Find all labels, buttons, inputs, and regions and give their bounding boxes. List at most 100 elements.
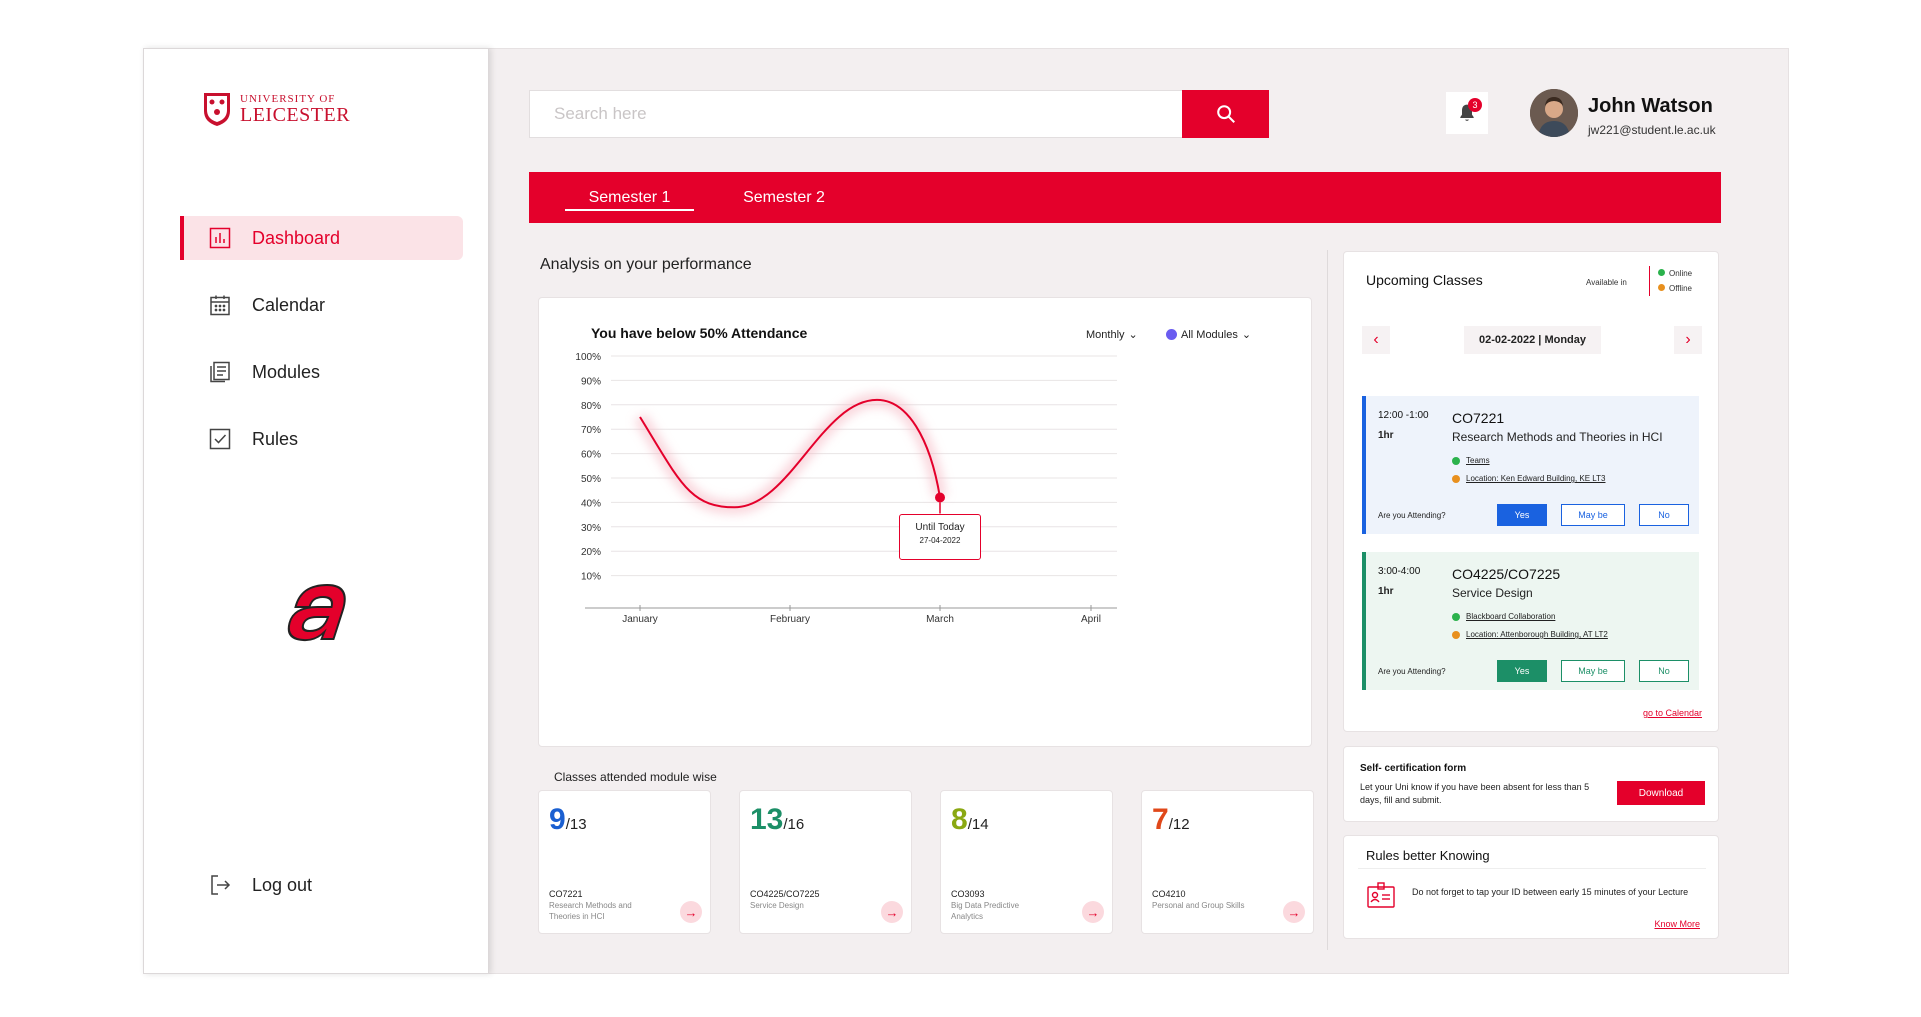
analysis-section-title: Analysis on your performance [540,256,752,273]
module-card[interactable]: 7/12 CO4210 Personal and Group Skills → [1141,790,1314,934]
chevron-right-icon[interactable]: › [1674,326,1702,354]
online-link-label: Teams [1466,456,1490,465]
attended-count: 13 [750,803,784,836]
notification-button[interactable]: 3 [1446,92,1488,134]
modules-icon [210,361,230,383]
y-tick-label: 90% [581,376,601,387]
chart-icon [209,227,231,249]
attended-count: 8 [951,803,968,836]
location-link[interactable]: Location: Attenborough Building, AT LT2 [1452,630,1608,639]
y-tick-label: 20% [581,547,601,558]
maybe-button[interactable]: May be [1561,660,1625,682]
y-tick-label: 80% [581,401,601,412]
online-dot [1452,612,1460,621]
sidebar-item-rules[interactable]: Rules [180,417,463,461]
x-tick-label: February [770,614,810,625]
online-dot [1658,269,1665,276]
no-button[interactable]: No [1639,504,1689,526]
yes-button[interactable]: Yes [1497,660,1547,682]
total-count: /13 [565,816,587,833]
sidebar-item-modules[interactable]: Modules [180,350,463,394]
sidebar-item-dashboard[interactable]: Dashboard [180,216,463,260]
offline-dot [1452,474,1460,483]
tooltip-date: 27-04-2022 [919,535,961,545]
offline-dot [1658,284,1665,291]
module-card[interactable]: 9/13 CO7221 Research Methods and Theorie… [538,790,711,934]
online-link[interactable]: Teams [1452,456,1490,465]
logout-button[interactable]: Log out [208,873,312,897]
class-name: Service Design [1452,586,1533,600]
arrow-right-icon[interactable]: → [680,901,702,923]
online-dot [1452,456,1460,465]
arrow-right-icon[interactable]: → [1283,901,1305,923]
search-bar [529,90,1269,138]
location-label: Location: Attenborough Building, AT LT2 [1466,630,1608,639]
tab-semester-1[interactable]: Semester 1 [565,172,694,223]
user-photo [1530,89,1578,137]
module-code: CO4210 [1152,889,1186,899]
module-name: Big Data Predictive Analytics [951,901,1020,921]
module-name: Personal and Group Skills [1152,901,1245,910]
calendar-icon [210,295,230,316]
brand-a-logo [287,583,346,642]
cert-text: Let your Uni know if you have been absen… [1360,782,1590,805]
y-tick-label: 70% [581,425,601,436]
logo-line1: UNIVERSITY OF [240,92,336,105]
search-icon [1216,105,1235,123]
online-link[interactable]: Blackboard Collaboration [1452,612,1555,621]
rules-text: Do not forget to tap your ID between ear… [1412,887,1689,897]
chevron-left-icon[interactable]: ‹ [1362,326,1390,354]
available-in-label: Available in [1586,278,1627,287]
arrow-right-icon[interactable]: → [1082,901,1104,923]
download-button[interactable]: Download [1617,781,1705,805]
maybe-button[interactable]: May be [1561,504,1625,526]
module-attendance: 9/13 [549,803,587,837]
sidebar-item-label: Dashboard [252,227,341,248]
crest-icon [204,93,230,126]
module-card[interactable]: 8/14 CO3093 Big Data Predictive Analytic… [940,790,1113,934]
class-code: CO4225/CO7225 [1452,566,1561,582]
module-attendance: 8/14 [951,803,989,837]
go-to-calendar-link[interactable]: go to Calendar [1643,708,1702,718]
yes-button[interactable]: Yes [1497,504,1547,526]
class-name: Research Methods and Theories in HCI [1452,430,1663,444]
avatar[interactable] [1530,89,1578,137]
rules-divider [1358,868,1706,869]
date-navigator: ‹ 02-02-2022 | Monday › [1362,326,1702,356]
class-duration: 1hr [1378,586,1394,597]
module-code: CO4225/CO7225 [750,889,820,899]
class-card: 3:00-4:00 1hr CO4225/CO7225 Service Desi… [1362,552,1699,690]
offline-label: Offline [1669,284,1692,293]
x-tick-label: March [926,614,954,625]
tab-semester-2[interactable]: Semester 2 [724,172,844,223]
id-card-icon [1367,882,1395,908]
logout-icon [211,875,231,895]
user-name: John Watson [1588,95,1713,117]
class-time: 3:00-4:00 [1378,566,1421,577]
arrow-right-icon[interactable]: → [881,901,903,923]
class-code: CO7221 [1452,410,1505,426]
search-input[interactable] [530,91,1268,137]
sidebar-item-calendar[interactable]: Calendar [180,283,463,327]
y-tick-label: 40% [581,498,601,509]
no-button[interactable]: No [1639,660,1689,682]
location-link[interactable]: Location: Ken Edward Building, KE LT3 [1452,474,1606,483]
know-more-link[interactable]: Know More [1654,919,1700,929]
user-email: jw221@student.le.ac.uk [1588,123,1716,137]
cert-title: Self- certification form [1360,763,1467,774]
upcoming-title: Upcoming Classes [1366,272,1483,288]
notification-badge: 3 [1468,98,1482,112]
availability-legend: Online Offline [1649,266,1692,296]
modules-section-title: Classes attended module wise [554,770,717,784]
search-button[interactable] [1182,90,1269,138]
university-logo[interactable]: UNIVERSITY OF LEICESTER [202,91,350,127]
class-duration: 1hr [1378,430,1394,441]
attendance-chart-card: You have below 50% Attendance Monthly ⌄ … [538,297,1312,747]
sidebar: UNIVERSITY OF LEICESTER Dashboard Calend… [143,48,489,974]
module-code: CO3093 [951,889,985,899]
current-point[interactable] [935,492,945,503]
attended-count: 9 [549,803,566,836]
location-label: Location: Ken Edward Building, KE LT3 [1466,474,1606,483]
module-card[interactable]: 13/16 CO4225/CO7225 Service Design → [739,790,912,934]
module-code: CO7221 [549,889,583,899]
